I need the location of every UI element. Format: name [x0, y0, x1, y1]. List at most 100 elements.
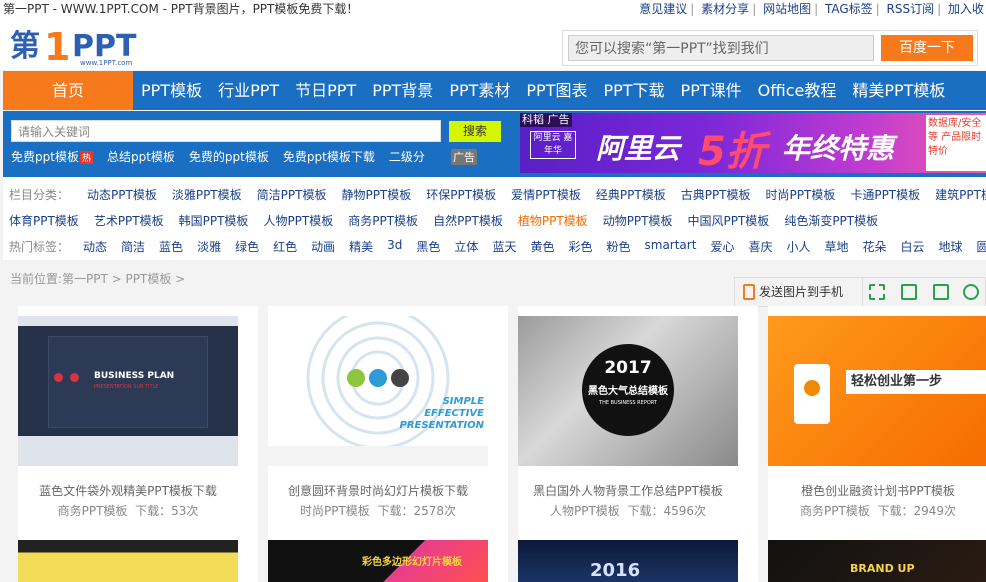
nav-item[interactable]: 节日PPT — [287, 71, 364, 110]
tag-link[interactable]: 草地 — [824, 238, 848, 255]
category-link-active[interactable]: 植物PPT模板 — [518, 212, 588, 229]
nav-item[interactable]: PPT课件 — [673, 71, 750, 110]
template-thumbnail[interactable] — [18, 540, 238, 582]
template-card[interactable]: 2016 — [518, 520, 758, 582]
tag-link[interactable]: 动态 — [83, 238, 107, 255]
category-link[interactable]: 经典PPT模板 — [596, 186, 666, 203]
template-thumbnail[interactable]: 2016 — [518, 540, 738, 582]
tag-link[interactable]: 白云 — [901, 238, 925, 255]
template-card[interactable]: BRAND UP — [768, 520, 986, 582]
tag-link[interactable]: 地球 — [939, 238, 963, 255]
nav-item[interactable]: PPT下载 — [595, 71, 672, 110]
tag-link[interactable]: 简洁 — [121, 238, 145, 255]
send-to-phone-button[interactable]: 发送图片到手机 — [743, 283, 843, 300]
template-thumbnail[interactable]: SIMPLE EFFECTIVE PRESENTATION — [268, 316, 488, 466]
template-thumbnail[interactable]: BRAND UP — [768, 540, 986, 582]
template-category[interactable]: 人物PPT模板 — [550, 504, 620, 518]
category-link[interactable]: 艺术PPT模板 — [94, 212, 164, 229]
category-link[interactable]: 人物PPT模板 — [263, 212, 333, 229]
banner-ad[interactable]: 科韬 广告 阿里云 嘉年华 阿里云 5折 年终特惠 数据库/安全等 产品限时特价 — [520, 113, 986, 173]
tag-link[interactable]: 精美 — [349, 238, 373, 255]
tag-link[interactable]: 红色 — [273, 238, 297, 255]
category-link[interactable]: 淡雅PPT模板 — [172, 186, 242, 203]
keyword-input[interactable]: 请输入关键词 — [11, 120, 441, 142]
template-card[interactable] — [18, 520, 258, 582]
tag-link[interactable]: 花朵 — [863, 238, 887, 255]
tag-link[interactable]: 黑色 — [416, 238, 440, 255]
quick-link[interactable]: 二级分 — [389, 148, 425, 165]
category-link[interactable]: 动态PPT模板 — [87, 186, 157, 203]
category-link[interactable]: 韩国PPT模板 — [179, 212, 249, 229]
baidu-search-input[interactable]: 您可以搜索“第一PPT”找到我们 — [568, 35, 874, 61]
template-category[interactable]: 时尚PPT模板 — [300, 504, 370, 518]
category-link[interactable]: 古典PPT模板 — [681, 186, 751, 203]
template-card[interactable]: BUSINESS PLAN PRESENTATION SUB TITLE 蓝色文… — [18, 306, 258, 526]
template-card[interactable]: 2017 黑色大气总结模板 THE BUSINESS REPORT 黑白国外人物… — [518, 306, 758, 526]
nav-item[interactable]: PPT图表 — [518, 71, 595, 110]
template-card[interactable]: 彩色多边形幻灯片模板 — [268, 520, 508, 582]
nav-item[interactable]: PPT背景 — [364, 71, 441, 110]
template-title[interactable]: 蓝色文件袋外观精美PPT模板下载 — [18, 482, 238, 499]
template-title[interactable]: 橙色创业融资计划书PPT模板 — [768, 482, 986, 499]
quick-link[interactable]: 总结ppt模板 — [107, 148, 175, 165]
tag-link[interactable]: 蓝天 — [492, 238, 516, 255]
tag-link[interactable]: smartart — [645, 238, 697, 255]
quick-link[interactable]: 免费的ppt模板 — [189, 148, 269, 165]
template-thumbnail[interactable]: 2017 黑色大气总结模板 THE BUSINESS REPORT — [518, 316, 738, 466]
tag-link[interactable]: 粉色 — [606, 238, 630, 255]
top-link-sitemap[interactable]: 网站地图 — [763, 2, 811, 16]
tag-link[interactable]: 喜庆 — [748, 238, 772, 255]
nav-item[interactable]: 行业PPT — [210, 71, 287, 110]
tag-link[interactable]: 动画 — [311, 238, 335, 255]
template-category[interactable]: 商务PPT模板 — [58, 504, 128, 518]
template-thumbnail[interactable]: 彩色多边形幻灯片模板 — [268, 540, 488, 582]
tag-link[interactable]: 彩色 — [568, 238, 592, 255]
nav-item[interactable]: PPT模板 — [133, 71, 210, 110]
nav-home[interactable]: 首页 — [3, 71, 133, 110]
category-link[interactable]: 爱情PPT模板 — [511, 186, 581, 203]
template-thumbnail[interactable]: 轻松创业第一步 — [768, 316, 986, 466]
top-link-feedback[interactable]: 意见建议 — [639, 2, 687, 16]
share-icon[interactable] — [933, 284, 949, 300]
quick-link[interactable]: 免费ppt模板热 — [11, 148, 93, 165]
category-link[interactable]: 自然PPT模板 — [433, 212, 503, 229]
tag-link[interactable]: 黄色 — [530, 238, 554, 255]
category-link[interactable]: 动物PPT模板 — [603, 212, 673, 229]
template-card[interactable]: SIMPLE EFFECTIVE PRESENTATION 创意圆环背景时尚幻灯… — [268, 306, 508, 526]
tag-link[interactable]: 蓝色 — [159, 238, 183, 255]
tag-link[interactable]: 淡雅 — [197, 238, 221, 255]
category-link[interactable]: 纯色渐变PPT模板 — [784, 212, 878, 229]
quick-link[interactable]: 免费ppt模板下载 — [283, 148, 375, 165]
category-link[interactable]: 建筑PPT模板 — [935, 186, 986, 203]
nav-item[interactable]: 精美PPT模板 — [844, 71, 953, 110]
template-category[interactable]: 商务PPT模板 — [800, 504, 870, 518]
category-link[interactable]: 时尚PPT模板 — [766, 186, 836, 203]
keyword-search-button[interactable]: 搜索 — [449, 121, 501, 142]
template-thumbnail[interactable]: BUSINESS PLAN PRESENTATION SUB TITLE — [18, 316, 238, 466]
tag-link[interactable]: 绿色 — [235, 238, 259, 255]
tag-link[interactable]: 立体 — [454, 238, 478, 255]
gear-icon[interactable] — [963, 284, 979, 300]
save-icon[interactable] — [901, 284, 917, 300]
template-card[interactable]: 轻松创业第一步 橙色创业融资计划书PPT模板 商务PPT模板 下载：2949次 — [768, 306, 986, 526]
tag-link[interactable]: 3d — [387, 238, 402, 255]
category-link[interactable]: 卡通PPT模板 — [850, 186, 920, 203]
top-link-share[interactable]: 素材分享 — [701, 2, 749, 16]
template-title[interactable]: 黑白国外人物背景工作总结PPT模板 — [518, 482, 738, 499]
baidu-search-button[interactable]: 百度一下 — [881, 35, 973, 61]
top-link-rss[interactable]: RSS订阅 — [887, 2, 935, 16]
tag-link[interactable]: 圆环 — [977, 238, 986, 255]
category-link[interactable]: 商务PPT模板 — [348, 212, 418, 229]
tag-link[interactable]: 爱心 — [710, 238, 734, 255]
top-link-tags[interactable]: TAG标签 — [825, 2, 873, 16]
category-link[interactable]: 简洁PPT模板 — [257, 186, 327, 203]
nav-item[interactable]: PPT素材 — [441, 71, 518, 110]
fullscreen-icon[interactable] — [869, 284, 885, 300]
template-title[interactable]: 创意圆环背景时尚幻灯片模板下载 — [268, 482, 488, 499]
category-link[interactable]: 环保PPT模板 — [426, 186, 496, 203]
site-logo[interactable]: 第 1 PPT www.1PPT.com — [10, 26, 180, 66]
nav-item[interactable]: Office教程 — [750, 71, 845, 110]
top-link-favorite[interactable]: 加入收 — [948, 2, 984, 16]
category-link[interactable]: 静物PPT模板 — [341, 186, 411, 203]
category-link[interactable]: 体育PPT模板 — [9, 212, 79, 229]
